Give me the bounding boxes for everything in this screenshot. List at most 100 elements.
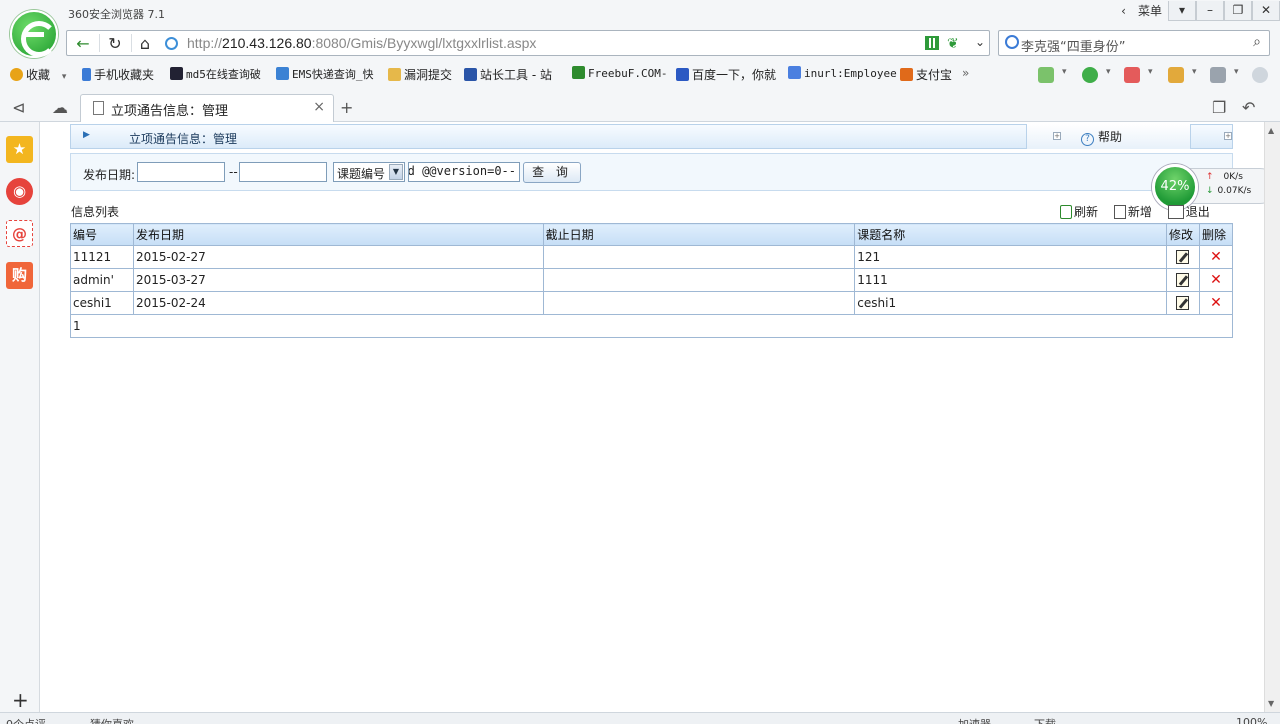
refresh-icon bbox=[1060, 205, 1072, 219]
cell-pub-date: 2015-03-27 bbox=[132, 268, 544, 292]
expand-icon[interactable]: + bbox=[1053, 132, 1061, 140]
cell-topic-name: 1111 bbox=[854, 268, 1167, 292]
exit-button[interactable]: 退出 bbox=[1167, 205, 1216, 219]
favorites-star-icon[interactable]: ★ bbox=[6, 136, 33, 163]
address-bar[interactable]: ← ↻ ⌂ http://210.43.126.80:8080/Gmis/Byy… bbox=[66, 30, 990, 56]
status-zoom[interactable]: 100% bbox=[1236, 716, 1267, 724]
screenshot-icon[interactable] bbox=[1168, 67, 1184, 83]
folder-icon bbox=[388, 68, 401, 81]
favorite-vuln[interactable]: 漏洞提交 bbox=[388, 66, 452, 83]
delete-cell: ✕ bbox=[1198, 268, 1234, 292]
add-sidebar-icon[interactable]: + bbox=[12, 688, 29, 712]
menu-button[interactable]: 菜单 bbox=[1132, 1, 1168, 21]
search-box[interactable]: ⌄ 李克强“四重身份” ⌕ bbox=[975, 30, 1270, 56]
cell-id: 11121 bbox=[70, 245, 134, 269]
query-input[interactable]: d @@version=0-- bbox=[408, 162, 520, 182]
status-recommend[interactable]: 猜你喜欢 bbox=[90, 716, 134, 724]
chevron-left-icon[interactable]: ‹ bbox=[1115, 1, 1132, 21]
qr-code-icon[interactable] bbox=[925, 36, 939, 50]
vertical-scrollbar[interactable]: ▲ ▼ bbox=[1264, 122, 1280, 712]
new-tab-icon[interactable]: + bbox=[340, 98, 353, 117]
help-link[interactable]: ? 帮助 bbox=[1081, 128, 1122, 146]
freebuf-icon bbox=[572, 66, 585, 79]
favorite-google[interactable]: inurl:Employee bbox=[788, 66, 897, 80]
window-title: 360安全浏览器 7.1 bbox=[68, 8, 165, 21]
header-id: 编号 bbox=[70, 223, 134, 246]
expand-right-icon[interactable]: + bbox=[1224, 132, 1232, 140]
list-label: 信息列表 bbox=[71, 205, 120, 219]
status-bar: 0个点评 猜你喜欢 加速器 下载 100% bbox=[0, 712, 1280, 724]
favorite-baidu[interactable]: 百度一下，你就 bbox=[676, 66, 776, 83]
delete-icon[interactable]: ✕ bbox=[1210, 295, 1222, 311]
magnifier-icon[interactable] bbox=[1252, 67, 1268, 83]
query-button[interactable]: 查 询 bbox=[523, 162, 581, 183]
field-select[interactable]: 课题编号 ▼ bbox=[333, 162, 405, 182]
restore-tabs-icon[interactable]: ❐ bbox=[1212, 98, 1226, 117]
maximize-button[interactable]: ❐ bbox=[1224, 1, 1252, 21]
network-speed-widget[interactable]: 42% ↑0K/s ↓0.07K/s + bbox=[1152, 164, 1280, 210]
cell-end-date bbox=[542, 268, 856, 292]
sidebar-toggle-icon[interactable]: ⊲ bbox=[12, 98, 25, 117]
edit-icon[interactable] bbox=[1176, 272, 1190, 287]
chevron-down-icon[interactable]: ⌄ bbox=[975, 35, 985, 49]
adblock-icon[interactable] bbox=[1124, 67, 1140, 83]
favorite-md5[interactable]: md5在线查询破 bbox=[170, 66, 261, 82]
url-text[interactable]: http://210.43.126.80:8080/Gmis/Byyxwgl/l… bbox=[187, 35, 536, 51]
home-icon[interactable]: ⌂ bbox=[131, 31, 159, 57]
search-input[interactable]: 李克强“四重身份” bbox=[1021, 36, 1125, 55]
pager-link[interactable]: 1 bbox=[70, 314, 1233, 338]
more-favorites-icon[interactable]: » bbox=[962, 66, 969, 80]
edit-icon[interactable] bbox=[1176, 249, 1190, 264]
search-icon[interactable]: ⌕ bbox=[1253, 34, 1261, 50]
shopping-icon[interactable]: 购 bbox=[6, 262, 33, 289]
close-tab-icon[interactable]: × bbox=[313, 99, 325, 115]
back-arrow-icon[interactable]: ← bbox=[69, 31, 97, 57]
list-actions: 刷新 新增 退出 bbox=[1060, 203, 1222, 220]
status-download[interactable]: 下载 bbox=[1034, 716, 1056, 724]
favorites-menu[interactable]: 收藏 ▾ bbox=[10, 66, 66, 83]
favorite-ems[interactable]: EMS快递查询_快 bbox=[276, 66, 374, 82]
mail-icon[interactable]: @ bbox=[6, 220, 33, 247]
shield-icon[interactable] bbox=[1082, 67, 1098, 83]
browser-logo-icon bbox=[10, 10, 58, 58]
date-to-input[interactable] bbox=[239, 162, 327, 182]
status-accelerator[interactable]: 加速器 bbox=[958, 716, 991, 724]
delete-icon[interactable]: ✕ bbox=[1210, 249, 1222, 265]
favorite-mobile[interactable]: 手机收藏夹 bbox=[82, 66, 154, 83]
favorite-alipay[interactable]: 支付宝 bbox=[900, 66, 952, 83]
alipay-icon bbox=[900, 68, 913, 81]
table-row: ceshi1 2015-02-24 ceshi1 ✕ bbox=[70, 291, 1234, 315]
header-pub-date: 发布日期 bbox=[132, 223, 544, 246]
weibo-icon[interactable]: ◉ bbox=[6, 178, 33, 205]
favorite-chinaz[interactable]: 站长工具 - 站 bbox=[464, 66, 552, 83]
search-engine-icon[interactable] bbox=[1005, 35, 1019, 49]
undo-close-icon[interactable]: ↶ bbox=[1242, 98, 1255, 117]
delete-icon[interactable]: ✕ bbox=[1210, 272, 1222, 288]
star-add-icon bbox=[10, 68, 23, 81]
status-comments[interactable]: 0个点评 bbox=[6, 716, 46, 724]
leaf-icon[interactable]: ❦ bbox=[947, 36, 959, 52]
game-icon[interactable] bbox=[1210, 67, 1226, 83]
scroll-down-icon[interactable]: ▼ bbox=[1268, 699, 1274, 708]
filter-bar: 发布日期: -- 课题编号 ▼ d @@version=0-- 查 询 bbox=[70, 153, 1233, 191]
apps-icon[interactable] bbox=[1038, 67, 1054, 83]
refresh-button[interactable]: 刷新 bbox=[1060, 205, 1104, 219]
ems-icon bbox=[276, 67, 289, 80]
edit-icon[interactable] bbox=[1176, 295, 1190, 310]
browser-chrome: 360安全浏览器 7.1 ‹ 菜单 ▾ – ❐ ✕ ← ↻ ⌂ http://2… bbox=[0, 0, 1280, 122]
document-icon bbox=[93, 101, 104, 115]
skin-icon[interactable]: ▾ bbox=[1168, 1, 1196, 21]
tab-active[interactable]: 立项通告信息：管理 × bbox=[80, 94, 334, 122]
close-button[interactable]: ✕ bbox=[1252, 1, 1280, 21]
globe-icon bbox=[165, 37, 178, 50]
minimize-button[interactable]: – bbox=[1196, 1, 1224, 21]
date-from-input[interactable] bbox=[137, 162, 225, 182]
tab-title: 立项通告信息：管理 bbox=[111, 104, 229, 119]
scroll-up-icon[interactable]: ▲ bbox=[1268, 126, 1274, 135]
cloud-icon[interactable]: ☁ bbox=[52, 98, 68, 117]
cell-pub-date: 2015-02-27 bbox=[132, 245, 544, 269]
favorite-freebuf[interactable]: FreebuF.COM- bbox=[572, 66, 667, 80]
reload-icon[interactable]: ↻ bbox=[101, 31, 129, 57]
phone-icon bbox=[82, 68, 91, 81]
add-button[interactable]: 新增 bbox=[1113, 205, 1158, 219]
